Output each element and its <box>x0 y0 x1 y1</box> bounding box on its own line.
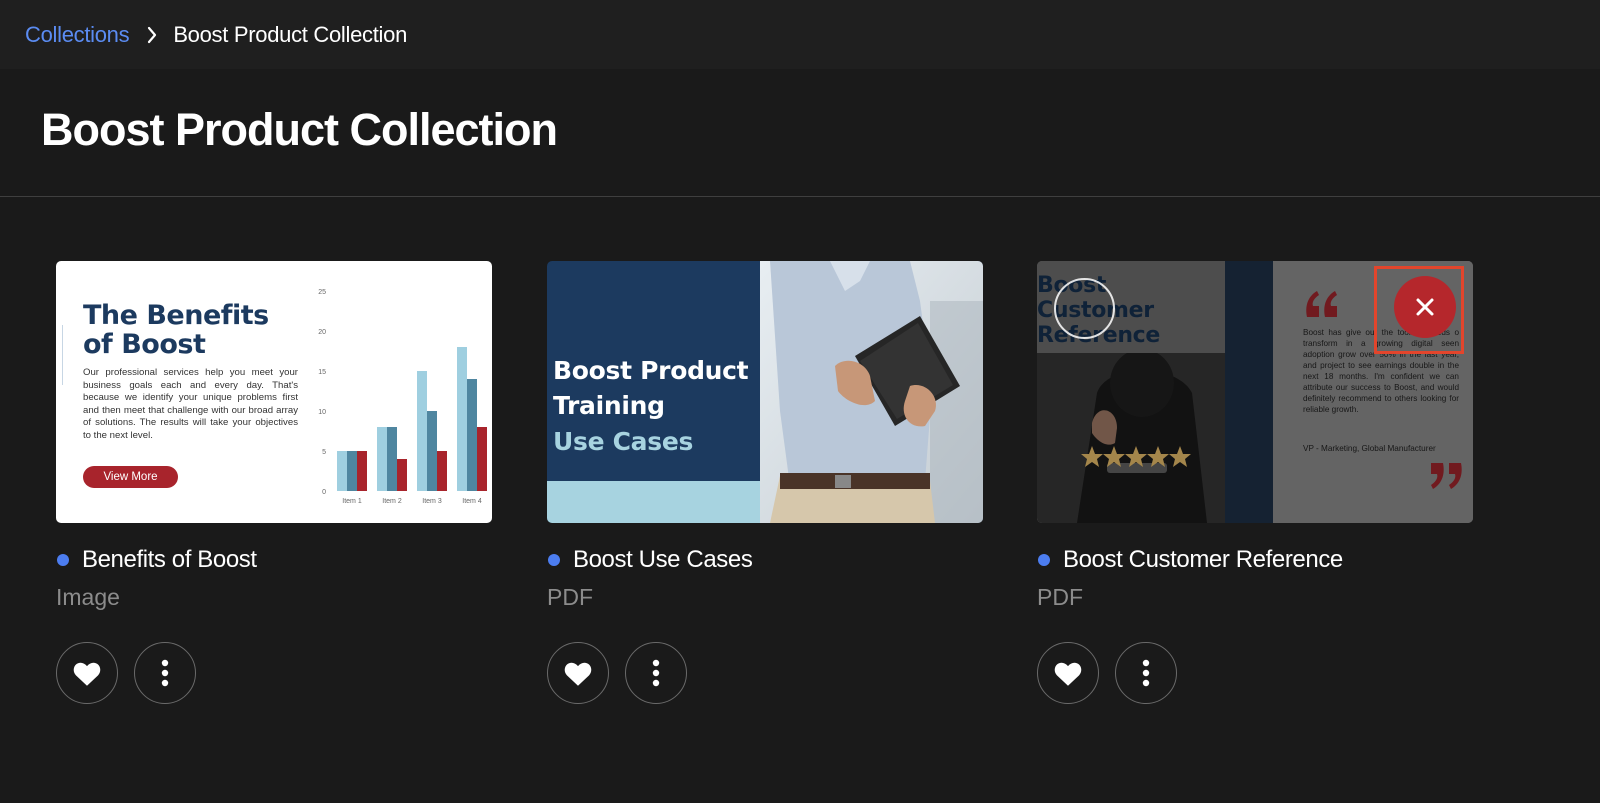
heart-icon <box>73 662 101 686</box>
thumb-line3: Use Cases <box>553 427 694 456</box>
chevron-right-icon <box>137 25 167 45</box>
page-title: Boost Product Collection <box>41 104 558 155</box>
favorite-button[interactable] <box>1037 642 1099 704</box>
bar <box>417 371 427 491</box>
y-tick-label: 25 <box>318 289 326 296</box>
bar <box>427 411 437 491</box>
accent-line <box>62 325 63 385</box>
card-type: Image <box>56 584 120 610</box>
card-title-row: Boost Customer Reference <box>1037 545 1473 575</box>
card-actions <box>1037 642 1473 704</box>
thumb-line2: Training <box>553 391 665 420</box>
bar <box>387 427 397 491</box>
more-vertical-icon <box>652 659 660 687</box>
status-dot-icon <box>1038 554 1050 566</box>
y-tick-label: 20 <box>318 329 326 336</box>
x-tick-label: Item 3 <box>422 498 442 505</box>
more-options-button[interactable] <box>1115 642 1177 704</box>
status-dot-icon <box>548 554 560 566</box>
card-title-row: Boost Use Cases <box>547 545 983 575</box>
bar <box>397 459 407 491</box>
bar <box>347 451 357 491</box>
breadcrumb-link-collections[interactable]: Collections <box>25 22 130 48</box>
bar <box>457 347 467 491</box>
bar <box>477 427 487 491</box>
thumb-line1: Boost Product <box>553 356 749 385</box>
x-tick-label: Item 4 <box>462 498 482 505</box>
collection-card: The Benefits of Boost Our professional s… <box>56 261 492 704</box>
card-actions <box>547 642 983 704</box>
card-title[interactable]: Boost Customer Reference <box>1063 546 1343 574</box>
collection-card: Boost Customer Reference Boost has give … <box>1037 261 1473 704</box>
more-options-button[interactable] <box>625 642 687 704</box>
x-tick-label: Item 2 <box>382 498 402 505</box>
card-type: PDF <box>1037 584 1083 610</box>
heart-icon <box>564 662 592 686</box>
bar <box>467 379 477 491</box>
favorite-button[interactable] <box>56 642 118 704</box>
y-tick-label: 0 <box>322 489 326 496</box>
thumb-heading: The Benefits of Boost <box>83 301 269 359</box>
card-title-row: Benefits of Boost <box>56 545 492 575</box>
bar <box>437 451 447 491</box>
x-tick-label: Item 1 <box>342 498 362 505</box>
bar-chart: 0 5 10 15 20 25 Item 1 Item 2 Item 3 Item 4 <box>318 289 487 505</box>
person-with-tablet-photo <box>760 261 983 523</box>
favorite-button[interactable] <box>547 642 609 704</box>
y-tick-label: 15 <box>318 369 326 376</box>
card-actions <box>56 642 492 704</box>
status-dot-icon <box>57 554 69 566</box>
remove-button[interactable] <box>1394 276 1456 338</box>
thumb-band <box>547 481 760 523</box>
breadcrumb: Collections Boost Product Collection <box>0 0 1600 69</box>
collection-card: Boost Product Training Use Cases Boost U… <box>547 261 983 704</box>
more-vertical-icon <box>161 659 169 687</box>
card-thumbnail[interactable]: The Benefits of Boost Our professional s… <box>56 261 492 523</box>
header-divider <box>0 196 1600 197</box>
heart-icon <box>1054 662 1082 686</box>
card-thumbnail[interactable]: Boost Customer Reference Boost has give … <box>1037 261 1473 523</box>
breadcrumb-current: Boost Product Collection <box>173 21 408 47</box>
y-tick-label: 5 <box>322 449 326 456</box>
close-icon <box>1416 298 1434 316</box>
card-thumbnail[interactable]: Boost Product Training Use Cases <box>547 261 983 523</box>
thumb-heading-line2: of Boost <box>83 329 206 360</box>
y-tick-label: 10 <box>318 409 326 416</box>
card-title[interactable]: Boost Use Cases <box>573 546 753 574</box>
select-checkbox[interactable] <box>1054 278 1115 339</box>
card-title[interactable]: Benefits of Boost <box>82 546 257 574</box>
card-type: PDF <box>547 584 593 610</box>
more-vertical-icon <box>1142 659 1150 687</box>
more-options-button[interactable] <box>134 642 196 704</box>
bar <box>377 427 387 491</box>
thumb-view-more-button: View More <box>83 466 178 488</box>
bar <box>357 451 367 491</box>
thumb-body-text: Our professional services help you meet … <box>83 367 298 441</box>
bar <box>337 451 347 491</box>
thumb-heading-line1: The Benefits <box>83 300 269 331</box>
